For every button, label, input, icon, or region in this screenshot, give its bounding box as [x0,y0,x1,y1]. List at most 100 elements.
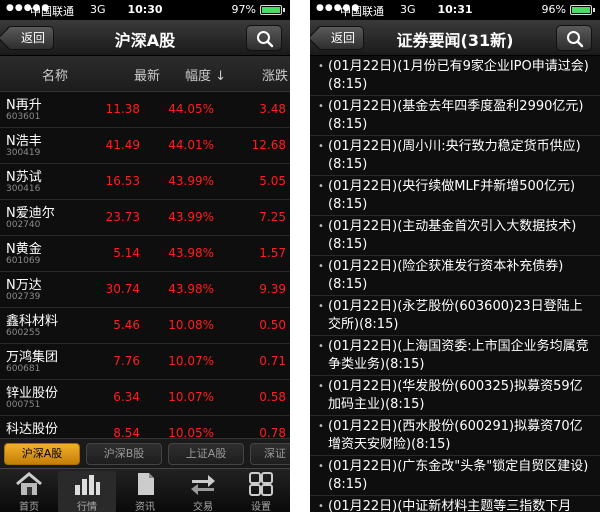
table-row[interactable]: N黄金 601069 5.14 43.98% 1.57 [0,236,290,272]
news-item[interactable]: (01月22日)(中证新材料主题等三指数下月 [310,496,600,512]
news-item[interactable]: (01月22日)(主动基金首次引入大数据技术)(8:15) [310,216,600,256]
stock-pct: 43.98% [168,246,214,260]
stock-name: 锌业股份 [6,386,59,401]
stock-change: 9.39 [259,282,286,296]
home-icon [16,472,42,495]
segment-sz[interactable]: 深证 [250,443,290,465]
stock-name: N浩丰 [6,134,42,149]
news-item[interactable]: (01月22日)(华发股份(600325)拟募资59亿加码主业)(8:15) [310,376,600,416]
tab-news[interactable]: 资讯 [116,471,174,512]
search-icon [567,31,584,48]
news-item[interactable]: (01月22日)(周小川:央行致力稳定货币供应)(8:15) [310,136,600,176]
battery-icon [260,5,285,15]
stock-name: 科达股份 [6,422,59,437]
status-bar: ●●●●● 中国联通 3G 10:31 96% [310,0,600,20]
stock-pct: 43.99% [168,174,214,188]
stock-pct: 43.99% [168,210,214,224]
grid-icon [249,472,273,496]
stock-price: 11.38 [105,102,140,116]
stock-price: 16.53 [105,174,140,188]
table-row[interactable]: N爱迪尔 002740 23.73 43.99% 7.25 [0,200,290,236]
news-item[interactable]: (01月22日)(永艺股份(603600)23日登陆上交所)(8:15) [310,296,600,336]
segment-sh-a[interactable]: 上证A股 [168,443,244,465]
stock-name: N苏试 [6,170,42,185]
stock-price: 23.73 [105,210,140,224]
stock-change: 5.05 [259,174,286,188]
stock-pct: 44.01% [168,138,214,152]
stock-price: 30.74 [105,282,140,296]
stock-name: 万鸿集团 [6,350,59,365]
tab-bar: 首页 行情 资讯 交易 设置 [0,468,290,512]
stock-name: N黄金 [6,242,42,257]
header-price[interactable]: 最新 [100,65,160,84]
news-item[interactable]: (01月22日)(广东金改"头条"锁定自贸区建设)(8:15) [310,456,600,496]
header-name[interactable]: 名称 [0,65,110,84]
nav-bar: 返回 沪深A股 [0,20,290,56]
sort-desc-icon: ↓ [215,69,226,84]
exchange-icon [191,475,215,495]
news-item[interactable]: (01月22日)(西水股份(600291)拟募资70亿增资天安财险)(8:15) [310,416,600,456]
stock-change: 12.68 [251,138,286,152]
stock-price: 6.34 [113,390,140,404]
stock-name: N爱迪尔 [6,206,55,221]
segment-sh-sz-b[interactable]: 沪深B股 [86,443,162,465]
stock-name: 鑫科材料 [6,314,59,329]
stock-list: N再升 603601 11.38 44.05% 3.48 N浩丰 300419 41.49 44… [0,92,290,452]
stock-pct: 44.05% [168,102,214,116]
battery-percent: 96% [541,3,566,16]
stock-code: 600255 [6,328,41,338]
battery-percent: 97% [231,3,256,16]
search-icon [257,31,274,48]
news-item[interactable]: (01月22日)(1月份已有9家企业IPO申请过会)(8:15) [310,56,600,96]
market-segments: 沪深A股 沪深B股 上证A股 深证 [0,438,290,468]
bar-chart-icon [75,475,100,495]
tab-market[interactable]: 行情 [58,471,116,512]
status-bar: ●●●●● 中国联通 3G 10:30 97% [0,0,290,20]
news-item[interactable]: (01月22日)(上海国资委:上市国企业务均属竞争类业务)(8:15) [310,336,600,376]
stock-price: 5.46 [113,318,140,332]
nav-bar: 返回 证券要闻(31新) [310,20,600,56]
news-item[interactable]: (01月22日)(险企获准发行资本补充债券)(8:15) [310,256,600,296]
stock-code: 002739 [6,292,41,302]
news-item[interactable]: (01月22日)(央行续做MLF并新增500亿元)(8:15) [310,176,600,216]
stock-change: 0.50 [259,318,286,332]
table-row[interactable]: N苏试 300416 16.53 43.99% 5.05 [0,164,290,200]
stock-code: 000751 [6,400,41,410]
table-row[interactable]: 鑫科材料 600255 5.46 10.08% 0.50 [0,308,290,344]
stock-change: 0.58 [259,390,286,404]
stock-code: 603601 [6,112,41,122]
search-button[interactable] [246,25,282,51]
table-row[interactable]: N万达 002739 30.74 43.98% 9.39 [0,272,290,308]
table-row[interactable]: 万鸿集团 600681 7.76 10.07% 0.71 [0,344,290,380]
header-change[interactable]: 涨跌 [232,65,288,84]
stock-price: 5.14 [113,246,140,260]
stock-screen: ●●●●● 中国联通 3G 10:30 97% 返回 沪深A股 名称 最新 幅度… [0,0,290,512]
search-button[interactable] [556,25,592,51]
table-row[interactable]: 锌业股份 000751 6.34 10.07% 0.58 [0,380,290,416]
stock-change: 0.71 [259,354,286,368]
stock-code: 600681 [6,364,41,374]
stock-pct: 10.08% [168,318,214,332]
stock-code: 300416 [6,184,41,194]
stock-pct: 43.98% [168,282,214,296]
table-row[interactable]: N再升 603601 11.38 44.05% 3.48 [0,92,290,128]
tab-home[interactable]: 首页 [0,471,58,512]
stock-price: 7.76 [113,354,140,368]
stock-code: 300419 [6,148,41,158]
table-header: 名称 最新 幅度 ↓ 涨跌 [0,56,290,92]
stock-change: 7.25 [259,210,286,224]
tab-trade[interactable]: 交易 [174,471,232,512]
segment-sh-sz-a[interactable]: 沪深A股 [4,443,80,465]
stock-code: 601069 [6,256,41,266]
news-item[interactable]: (01月22日)(基金去年四季度盈利2990亿元)(8:15) [310,96,600,136]
stock-change: 3.48 [259,102,286,116]
header-pct[interactable]: 幅度 ↓ [162,65,226,84]
news-list: (01月22日)(1月份已有9家企业IPO申请过会)(8:15)(01月22日)… [310,56,600,512]
document-icon [138,473,154,495]
stock-name: N再升 [6,98,42,113]
tab-settings[interactable]: 设置 [232,471,290,512]
battery-icon [570,5,595,15]
stock-pct: 10.07% [168,354,214,368]
table-row[interactable]: N浩丰 300419 41.49 44.01% 12.68 [0,128,290,164]
stock-name: N万达 [6,278,42,293]
